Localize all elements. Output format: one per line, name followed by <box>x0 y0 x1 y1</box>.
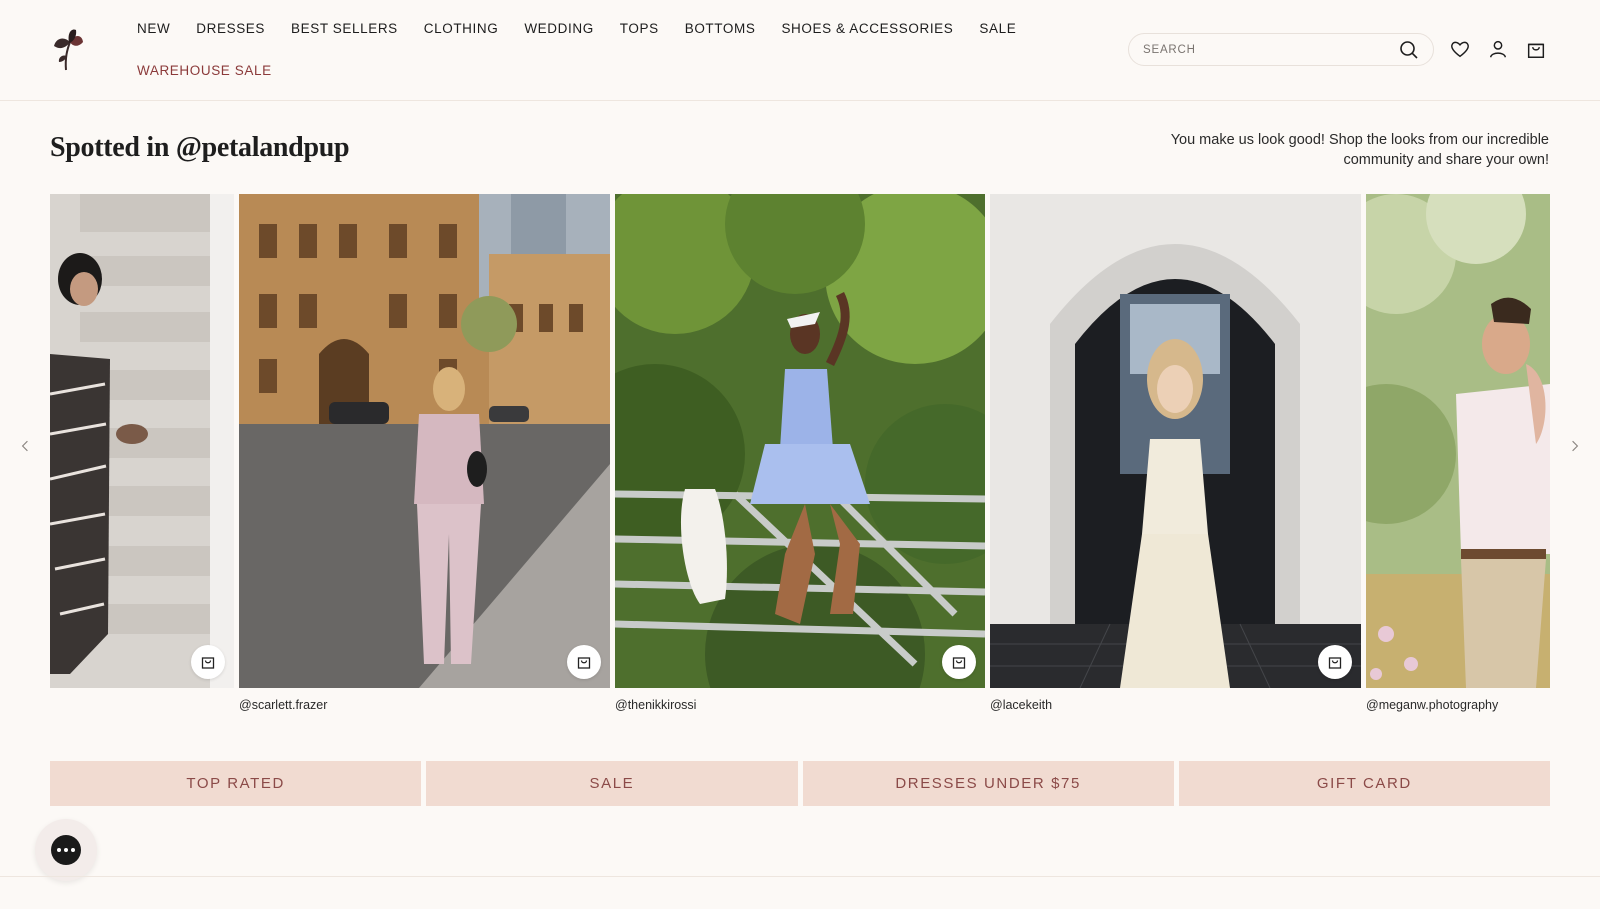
bag-icon[interactable] <box>1525 38 1547 60</box>
gallery-photo[interactable] <box>1366 194 1550 688</box>
sale-button[interactable]: SALE <box>426 761 798 806</box>
divider <box>0 876 1600 877</box>
nav-warehouse-sale[interactable]: WAREHOUSE SALE <box>137 63 272 78</box>
gallery-photo[interactable] <box>239 194 610 688</box>
gallery-card[interactable]: @meganw.photography <box>1366 194 1550 712</box>
nav-tops[interactable]: TOPS <box>620 21 659 36</box>
gallery-card[interactable]: @scarlett.frazer <box>239 194 610 712</box>
gallery-photo[interactable] <box>990 194 1361 688</box>
instagram-handle[interactable]: @meganw.photography <box>1366 698 1550 712</box>
user-icon[interactable] <box>1487 38 1509 60</box>
site-header: NEW DRESSES BEST SELLERS CLOTHING WEDDIN… <box>0 0 1600 101</box>
instagram-handle[interactable]: @scarlett.frazer <box>239 698 610 712</box>
section-subtitle: You make us look good! Shop the looks fr… <box>1170 132 1549 168</box>
nav-bottoms[interactable]: BOTTOMS <box>685 21 756 36</box>
heart-icon[interactable] <box>1449 38 1471 60</box>
nav-new[interactable]: NEW <box>137 21 170 36</box>
section-title: Spotted in @petalandpup <box>50 132 350 163</box>
main-nav: NEW DRESSES BEST SELLERS CLOTHING WEDDIN… <box>137 21 1042 36</box>
nav-dresses[interactable]: DRESSES <box>196 21 265 36</box>
shop-look-button[interactable] <box>942 645 976 679</box>
gallery-card[interactable]: @thenikkirossi <box>615 194 985 712</box>
secondary-nav: WAREHOUSE SALE <box>137 63 298 78</box>
gallery-photo[interactable] <box>50 194 234 688</box>
petal-and-pup-logo[interactable] <box>50 28 86 72</box>
instagram-handle[interactable]: @thenikkirossi <box>615 698 985 712</box>
gallery-card[interactable]: @lacekeith <box>990 194 1361 712</box>
top-rated-button[interactable]: TOP RATED <box>50 761 422 806</box>
carousel-next-button[interactable] <box>1560 431 1590 461</box>
shop-look-button[interactable] <box>191 645 225 679</box>
search-bar[interactable] <box>1128 33 1434 66</box>
nav-sale[interactable]: SALE <box>979 21 1016 36</box>
gift-card-button[interactable]: GIFT CARD <box>1178 761 1550 806</box>
gallery-photo[interactable] <box>615 194 985 688</box>
chat-icon <box>51 835 81 865</box>
nav-shoes-accessories[interactable]: SHOES & ACCESSORIES <box>781 21 953 36</box>
gallery-card[interactable] <box>50 194 234 698</box>
instagram-handle[interactable]: @lacekeith <box>990 698 1361 712</box>
dresses-under-75-button[interactable]: DRESSES UNDER $75 <box>802 761 1174 806</box>
nav-clothing[interactable]: CLOTHING <box>424 21 499 36</box>
shop-look-button[interactable] <box>567 645 601 679</box>
carousel-prev-button[interactable] <box>10 431 40 461</box>
nav-best-sellers[interactable]: BEST SELLERS <box>291 21 398 36</box>
ugc-gallery: @scarlett.frazer @thenikkirossi @lacekei… <box>50 194 1550 714</box>
search-icon[interactable] <box>1399 40 1419 60</box>
chat-widget-button[interactable] <box>35 819 97 881</box>
nav-wedding[interactable]: WEDDING <box>524 21 593 36</box>
search-input[interactable] <box>1143 43 1399 56</box>
shop-look-button[interactable] <box>1318 645 1352 679</box>
promo-links: TOP RATED SALE DRESSES UNDER $75 GIFT CA… <box>50 761 1550 806</box>
